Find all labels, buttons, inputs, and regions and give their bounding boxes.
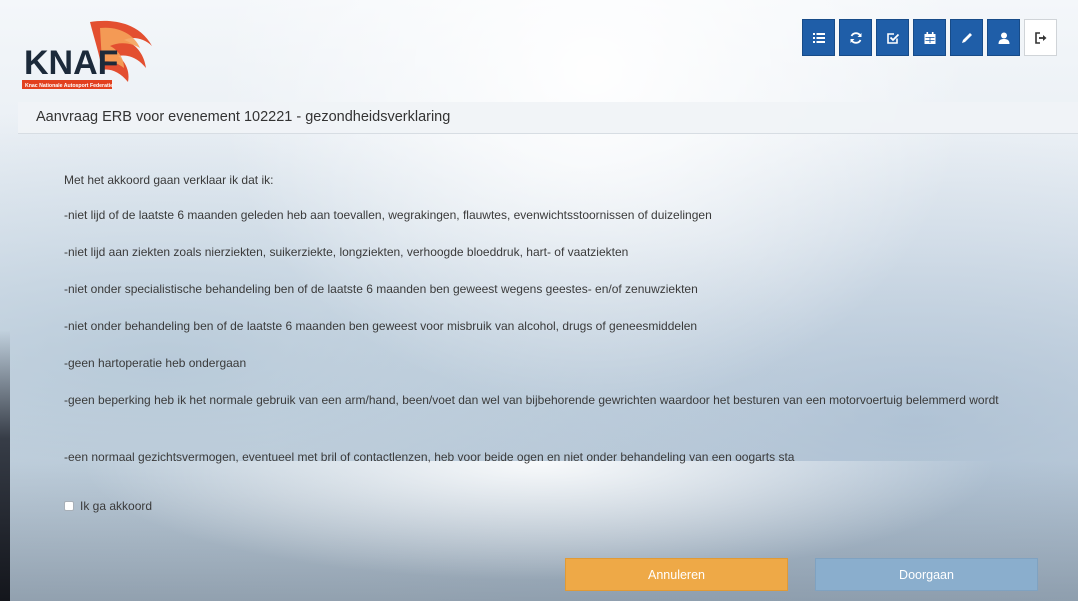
calendar-button[interactable] [913, 19, 946, 56]
agree-checkbox[interactable] [64, 501, 74, 511]
background-edge [0, 330, 10, 601]
logout-icon [1034, 31, 1046, 44]
declaration-item: -niet lijd of de laatste 6 maanden geled… [64, 208, 712, 222]
logout-button[interactable] [1024, 19, 1057, 56]
declaration-item: -een normaal gezichtsvermogen, eventueel… [64, 450, 795, 464]
declaration-intro: Met het akkoord gaan verklaar ik dat ik: [64, 173, 274, 187]
list-button[interactable] [802, 19, 835, 56]
check-button[interactable] [876, 19, 909, 56]
page-title-bar: Aanvraag ERB voor evenement 102221 - gez… [18, 102, 1078, 134]
declaration-item: -geen beperking heb ik het normale gebru… [64, 393, 999, 407]
cancel-button[interactable]: Annuleren [565, 558, 788, 591]
knaf-logo[interactable]: KNAF Knac Nationale Autosport Federatie [20, 16, 172, 92]
declaration-item: -niet onder behandeling ben of de laatst… [64, 319, 698, 333]
refresh-icon [850, 31, 861, 44]
knaf-logo-graphic: KNAF Knac Nationale Autosport Federatie [22, 20, 152, 89]
top-toolbar [802, 19, 1057, 56]
agree-row[interactable]: Ik ga akkoord [64, 499, 152, 513]
calendar-icon [924, 31, 935, 44]
pencil-icon [961, 32, 972, 43]
edit-button[interactable] [950, 19, 983, 56]
declaration-item: -niet onder specialistische behandeling … [64, 282, 698, 296]
logo-wordmark: KNAF [24, 44, 118, 82]
logo-subtitle: Knac Nationale Autosport Federatie [25, 83, 113, 89]
continue-button[interactable]: Doorgaan [815, 558, 1038, 591]
declaration-item: -niet lijd aan ziekten zoals nierziekten… [64, 245, 629, 259]
list-icon [812, 32, 825, 43]
user-icon [998, 32, 1009, 44]
refresh-button[interactable] [839, 19, 872, 56]
agree-label[interactable]: Ik ga akkoord [80, 499, 152, 513]
profile-button[interactable] [987, 19, 1020, 56]
declaration-item: -geen hartoperatie heb ondergaan [64, 356, 247, 370]
page-title: Aanvraag ERB voor evenement 102221 - gez… [36, 109, 451, 125]
check-square-icon [886, 32, 899, 44]
